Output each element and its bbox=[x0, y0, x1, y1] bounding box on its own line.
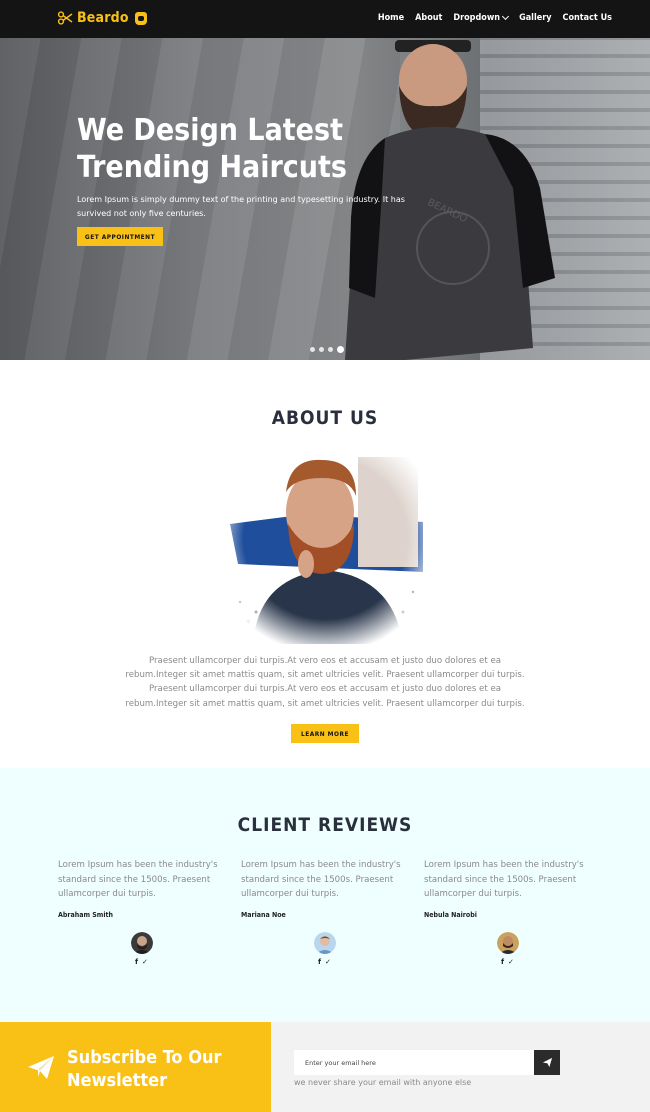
email-field[interactable] bbox=[294, 1050, 534, 1075]
paper-plane-icon bbox=[28, 1056, 54, 1079]
navbar: Beardo Home About Dropdown Gallery Conta… bbox=[0, 0, 650, 38]
subscribe-banner: Subscribe To Our Newsletter bbox=[0, 1022, 271, 1112]
about-title: ABOUT US bbox=[271, 407, 379, 429]
facebook-icon[interactable]: f bbox=[501, 958, 504, 966]
avatar bbox=[314, 932, 336, 954]
hero-text: Lorem Ipsum is simply dummy text of the … bbox=[77, 195, 405, 218]
about-image bbox=[228, 452, 423, 644]
nav-contact[interactable]: Contact Us bbox=[563, 13, 613, 23]
main-nav: Home About Dropdown Gallery Contact Us bbox=[378, 12, 613, 23]
hero-title-line2: Trending Haircuts bbox=[77, 150, 347, 185]
reviewer-name: Mariana Noe bbox=[241, 910, 286, 919]
subscribe-title-line2: Newsletter bbox=[67, 1070, 168, 1091]
send-icon bbox=[542, 1057, 552, 1068]
slider-dot[interactable] bbox=[328, 347, 333, 352]
review-text: Lorem Ipsum has been the industry's stan… bbox=[58, 860, 218, 899]
slider-dot-active[interactable] bbox=[337, 346, 344, 353]
chevron-down-icon bbox=[502, 12, 510, 21]
nav-home[interactable]: Home bbox=[378, 13, 404, 23]
nav-dropdown[interactable]: Dropdown bbox=[453, 12, 510, 23]
subscribe-form: we never share your email with anyone el… bbox=[271, 1022, 650, 1112]
about-text-line: Praesent ullamcorper dui turpis.At vero … bbox=[148, 656, 501, 666]
twitter-icon[interactable]: ✓ bbox=[508, 958, 514, 966]
about-text: Praesent ullamcorper dui turpis.At vero … bbox=[125, 654, 525, 711]
brand-name: Beardo bbox=[77, 10, 129, 26]
twitter-icon[interactable]: ✓ bbox=[142, 958, 148, 966]
privacy-note: we never share your email with anyone el… bbox=[294, 1078, 472, 1087]
subscribe-title-line1: Subscribe To Our bbox=[67, 1047, 222, 1068]
hero-title: We Design Latest Trending Haircuts bbox=[77, 112, 347, 186]
slider-dot[interactable] bbox=[319, 347, 324, 352]
review-text: Lorem Ipsum has been the industry's stan… bbox=[241, 860, 401, 899]
hero-slider: BEARDO We Design Latest Trending Haircut… bbox=[0, 38, 650, 360]
review-card: Lorem Ipsum has been the industry's stan… bbox=[58, 858, 228, 966]
nav-gallery[interactable]: Gallery bbox=[519, 13, 551, 23]
bag-icon bbox=[134, 11, 147, 25]
review-text: Lorem Ipsum has been the industry's stan… bbox=[424, 860, 584, 899]
nav-dropdown-label: Dropdown bbox=[453, 13, 501, 23]
facebook-icon[interactable]: f bbox=[318, 958, 321, 966]
reviews-title: CLIENT REVIEWS bbox=[237, 814, 413, 836]
about-text-line: rebum.Integer sit amet mattis quam, sit … bbox=[125, 698, 525, 709]
reviewer-name: Abraham Smith bbox=[58, 910, 113, 919]
review-card: Lorem Ipsum has been the industry's stan… bbox=[241, 858, 411, 966]
subscribe-title: Subscribe To Our Newsletter bbox=[67, 1046, 221, 1092]
social-links: f ✓ bbox=[318, 958, 331, 966]
twitter-icon[interactable]: ✓ bbox=[325, 958, 331, 966]
social-links: f ✓ bbox=[135, 958, 148, 966]
about-text-line: rebum.Integer sit amet mattis quam, sit … bbox=[125, 670, 525, 681]
reviewer-name: Nebula Nairobi bbox=[424, 910, 477, 919]
avatar bbox=[131, 932, 153, 954]
subscribe-send-button[interactable] bbox=[534, 1050, 560, 1075]
avatar bbox=[497, 932, 519, 954]
about-text-line: Praesent ullamcorper dui turpis.At vero … bbox=[148, 684, 501, 695]
hero-title-line1: We Design Latest bbox=[77, 113, 343, 148]
review-card: Lorem Ipsum has been the industry's stan… bbox=[424, 858, 594, 966]
get-appointment-button[interactable]: GET APPOINTMENT bbox=[77, 227, 163, 246]
nav-about[interactable]: About bbox=[415, 13, 442, 23]
slider-dots bbox=[310, 346, 344, 353]
brand-logo[interactable]: Beardo bbox=[57, 10, 147, 26]
slider-dot[interactable] bbox=[310, 347, 315, 352]
learn-more-button[interactable]: LEARN MORE bbox=[291, 724, 359, 743]
scissors-icon bbox=[57, 11, 73, 25]
client-reviews-section: CLIENT REVIEWS Lorem Ipsum has been the … bbox=[0, 768, 650, 1022]
facebook-icon[interactable]: f bbox=[135, 958, 138, 966]
social-links: f ✓ bbox=[501, 958, 514, 966]
